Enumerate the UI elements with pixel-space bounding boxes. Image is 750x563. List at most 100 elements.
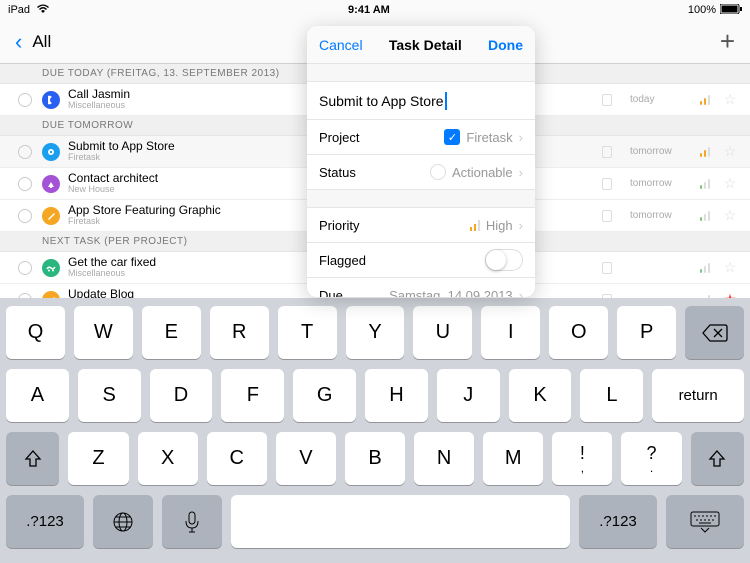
project-row[interactable]: Project Firetask ›: [307, 120, 535, 155]
key-mic[interactable]: [162, 495, 222, 548]
status-value: Actionable: [452, 165, 513, 180]
key-return[interactable]: return: [652, 369, 744, 422]
key-symbols-right[interactable]: .?123: [579, 495, 657, 548]
add-button[interactable]: +: [720, 26, 735, 57]
battery-percent: 100%: [688, 4, 716, 16]
key-x[interactable]: X: [138, 432, 198, 485]
status-time: 9:41 AM: [50, 4, 688, 16]
flagged-toggle[interactable]: [485, 249, 523, 271]
star-icon[interactable]: ☆: [720, 259, 740, 276]
flag-icon[interactable]: [602, 178, 612, 190]
key-shift-left[interactable]: [6, 432, 59, 485]
flag-icon[interactable]: [602, 146, 612, 158]
key-u[interactable]: U: [413, 306, 472, 359]
project-dot: [42, 175, 60, 193]
flag-icon[interactable]: [602, 210, 612, 222]
star-icon[interactable]: ☆: [720, 91, 740, 108]
wifi-icon: [36, 4, 50, 17]
key-m[interactable]: M: [483, 432, 543, 485]
key-c[interactable]: C: [207, 432, 267, 485]
battery-icon: [720, 4, 742, 17]
key-a[interactable]: A: [6, 369, 69, 422]
flagged-row[interactable]: Flagged: [307, 243, 535, 278]
key-i[interactable]: I: [481, 306, 540, 359]
keyboard-row-3: Z X C V B N M !, ?.: [6, 432, 744, 485]
cancel-button[interactable]: Cancel: [319, 37, 363, 53]
key-y[interactable]: Y: [346, 306, 405, 359]
key-p[interactable]: P: [617, 306, 676, 359]
key-question[interactable]: ?.: [621, 432, 681, 485]
due-label: tomorrow: [630, 210, 700, 221]
key-l[interactable]: L: [580, 369, 643, 422]
mic-icon: [185, 511, 199, 533]
key-g[interactable]: G: [293, 369, 356, 422]
key-w[interactable]: W: [74, 306, 133, 359]
key-q[interactable]: Q: [6, 306, 65, 359]
keyboard-row-2: A S D F G H J K L return: [6, 369, 744, 422]
key-r[interactable]: R: [210, 306, 269, 359]
project-dot: [42, 291, 60, 299]
flag-icon[interactable]: [602, 262, 612, 274]
status-row[interactable]: Status Actionable ›: [307, 155, 535, 190]
star-icon[interactable]: ★: [720, 291, 740, 298]
status-label: Status: [319, 165, 356, 180]
key-globe[interactable]: [93, 495, 153, 548]
project-dot: [42, 207, 60, 225]
key-v[interactable]: V: [276, 432, 336, 485]
key-space[interactable]: [231, 495, 570, 548]
star-icon[interactable]: ☆: [720, 143, 740, 160]
globe-icon: [112, 511, 134, 533]
text-cursor-icon: [445, 92, 447, 110]
back-button[interactable]: ‹: [15, 29, 22, 55]
done-button[interactable]: Done: [488, 37, 523, 53]
key-z[interactable]: Z: [68, 432, 128, 485]
checkbox-icon[interactable]: [18, 209, 32, 223]
nav-title: All: [32, 32, 51, 52]
task-name-input[interactable]: Submit to App Store: [307, 82, 535, 120]
project-dot: [42, 259, 60, 277]
key-n[interactable]: N: [414, 432, 474, 485]
key-j[interactable]: J: [437, 369, 500, 422]
key-f[interactable]: F: [221, 369, 284, 422]
checkbox-icon[interactable]: [18, 177, 32, 191]
checkbox-icon[interactable]: [18, 145, 32, 159]
flagged-label: Flagged: [319, 253, 366, 268]
priority-icon: [700, 147, 720, 157]
checkbox-icon[interactable]: [18, 93, 32, 107]
priority-row[interactable]: Priority High ›: [307, 208, 535, 243]
priority-label: Priority: [319, 218, 359, 233]
circle-icon: [430, 164, 446, 180]
key-delete[interactable]: [685, 306, 744, 359]
key-k[interactable]: K: [509, 369, 572, 422]
due-label: tomorrow: [630, 146, 700, 157]
priority-bars-icon: [470, 220, 480, 231]
star-icon[interactable]: ☆: [720, 207, 740, 224]
due-row[interactable]: Due Samstag, 14.09.2013 ›: [307, 278, 535, 297]
device-label: iPad: [8, 4, 30, 16]
shift-icon: [23, 449, 43, 469]
chevron-right-icon: ›: [519, 288, 523, 297]
key-s[interactable]: S: [78, 369, 141, 422]
key-symbols-left[interactable]: .?123: [6, 495, 84, 548]
key-b[interactable]: B: [345, 432, 405, 485]
key-t[interactable]: T: [278, 306, 337, 359]
project-dot: [42, 143, 60, 161]
star-icon[interactable]: ☆: [720, 175, 740, 192]
key-e[interactable]: E: [142, 306, 201, 359]
flag-icon[interactable]: [602, 94, 612, 106]
priority-icon: [700, 211, 720, 221]
key-dismiss-keyboard[interactable]: [666, 495, 744, 548]
key-o[interactable]: O: [549, 306, 608, 359]
key-shift-right[interactable]: [691, 432, 744, 485]
chevron-right-icon: ›: [519, 130, 523, 145]
popover-title: Task Detail: [363, 37, 488, 53]
key-d[interactable]: D: [150, 369, 213, 422]
checkbox-icon[interactable]: [18, 261, 32, 275]
chevron-right-icon: ›: [519, 165, 523, 180]
chevron-right-icon: ›: [519, 218, 523, 233]
key-h[interactable]: H: [365, 369, 428, 422]
key-exclaim[interactable]: !,: [552, 432, 612, 485]
checkbox-checked-icon: [444, 129, 460, 145]
due-label: today: [630, 94, 700, 105]
dismiss-keyboard-icon: [690, 511, 720, 533]
